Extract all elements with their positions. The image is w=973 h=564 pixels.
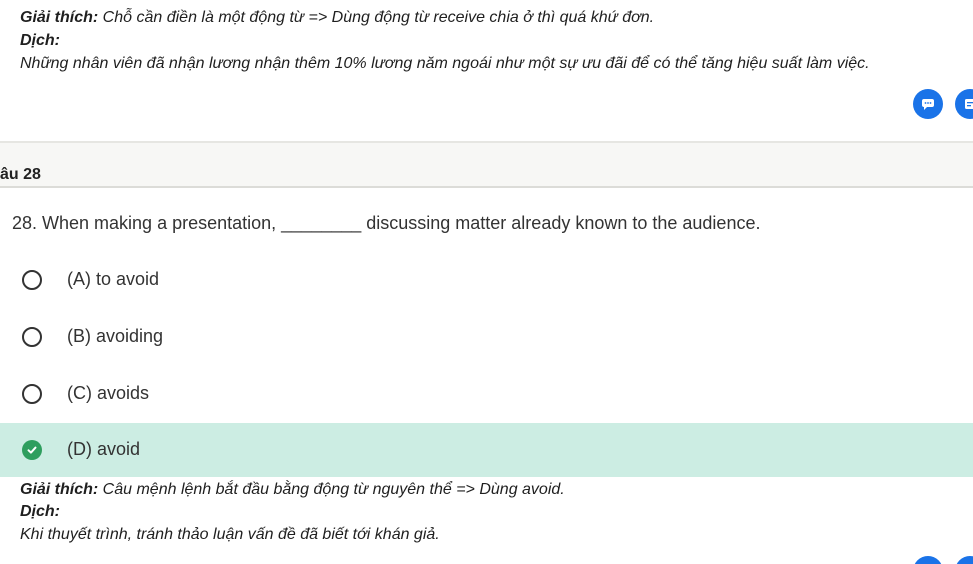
note-button-next[interactable] — [955, 556, 973, 564]
answer-translate-text: Khi thuyết trình, tránh thảo luận vấn đề… — [20, 526, 440, 543]
option-b[interactable]: (B) avoiding — [0, 310, 973, 364]
previous-explain-text: Chỗ cần điền là một động từ => Dùng động… — [98, 9, 655, 26]
previous-translate-text: Những nhân viên đã nhận lương nhận thêm … — [20, 55, 870, 72]
comment-button[interactable] — [913, 89, 943, 119]
check-circle-icon[interactable] — [22, 440, 42, 460]
option-label: (D) avoid — [67, 439, 141, 459]
radio-button[interactable] — [22, 384, 42, 404]
radio-button[interactable] — [22, 327, 42, 347]
option-label: (A) to avoid — [67, 269, 160, 289]
answer-explain-line: Giải thích: Câu mệnh lệnh bắt đầu bằng đ… — [20, 481, 565, 499]
option-a[interactable]: (A) to avoid — [0, 253, 973, 307]
answer-explain-text: Câu mệnh lệnh bắt đầu bằng động từ nguyê… — [98, 481, 565, 498]
previous-explanation: Giải thích: Chỗ cần điền là một động từ … — [0, 0, 973, 141]
question-text: 28. When making a presentation, ________… — [12, 213, 761, 233]
previous-explain-line: Giải thích: Chỗ cần điền là một động từ … — [20, 9, 654, 27]
note-icon — [965, 99, 973, 109]
answer-explain-label: Giải thích: — [20, 481, 99, 498]
section-divider — [0, 141, 973, 188]
comment-button-next[interactable] — [913, 556, 943, 564]
option-label: (B) avoiding — [67, 326, 164, 346]
radio-button[interactable] — [22, 270, 42, 290]
chat-bubble-icon — [922, 99, 934, 110]
previous-explain-label: Giải thích: — [20, 9, 99, 26]
note-button[interactable] — [955, 89, 973, 119]
option-label: (C) avoids — [67, 383, 150, 403]
previous-translate-label: Dịch: — [20, 32, 60, 49]
question-number-header: âu 28 — [0, 166, 41, 183]
answer-translate-label: Dịch: — [20, 503, 60, 520]
option-c[interactable]: (C) avoids — [0, 367, 973, 421]
option-d-correct[interactable]: (D) avoid — [0, 423, 973, 477]
